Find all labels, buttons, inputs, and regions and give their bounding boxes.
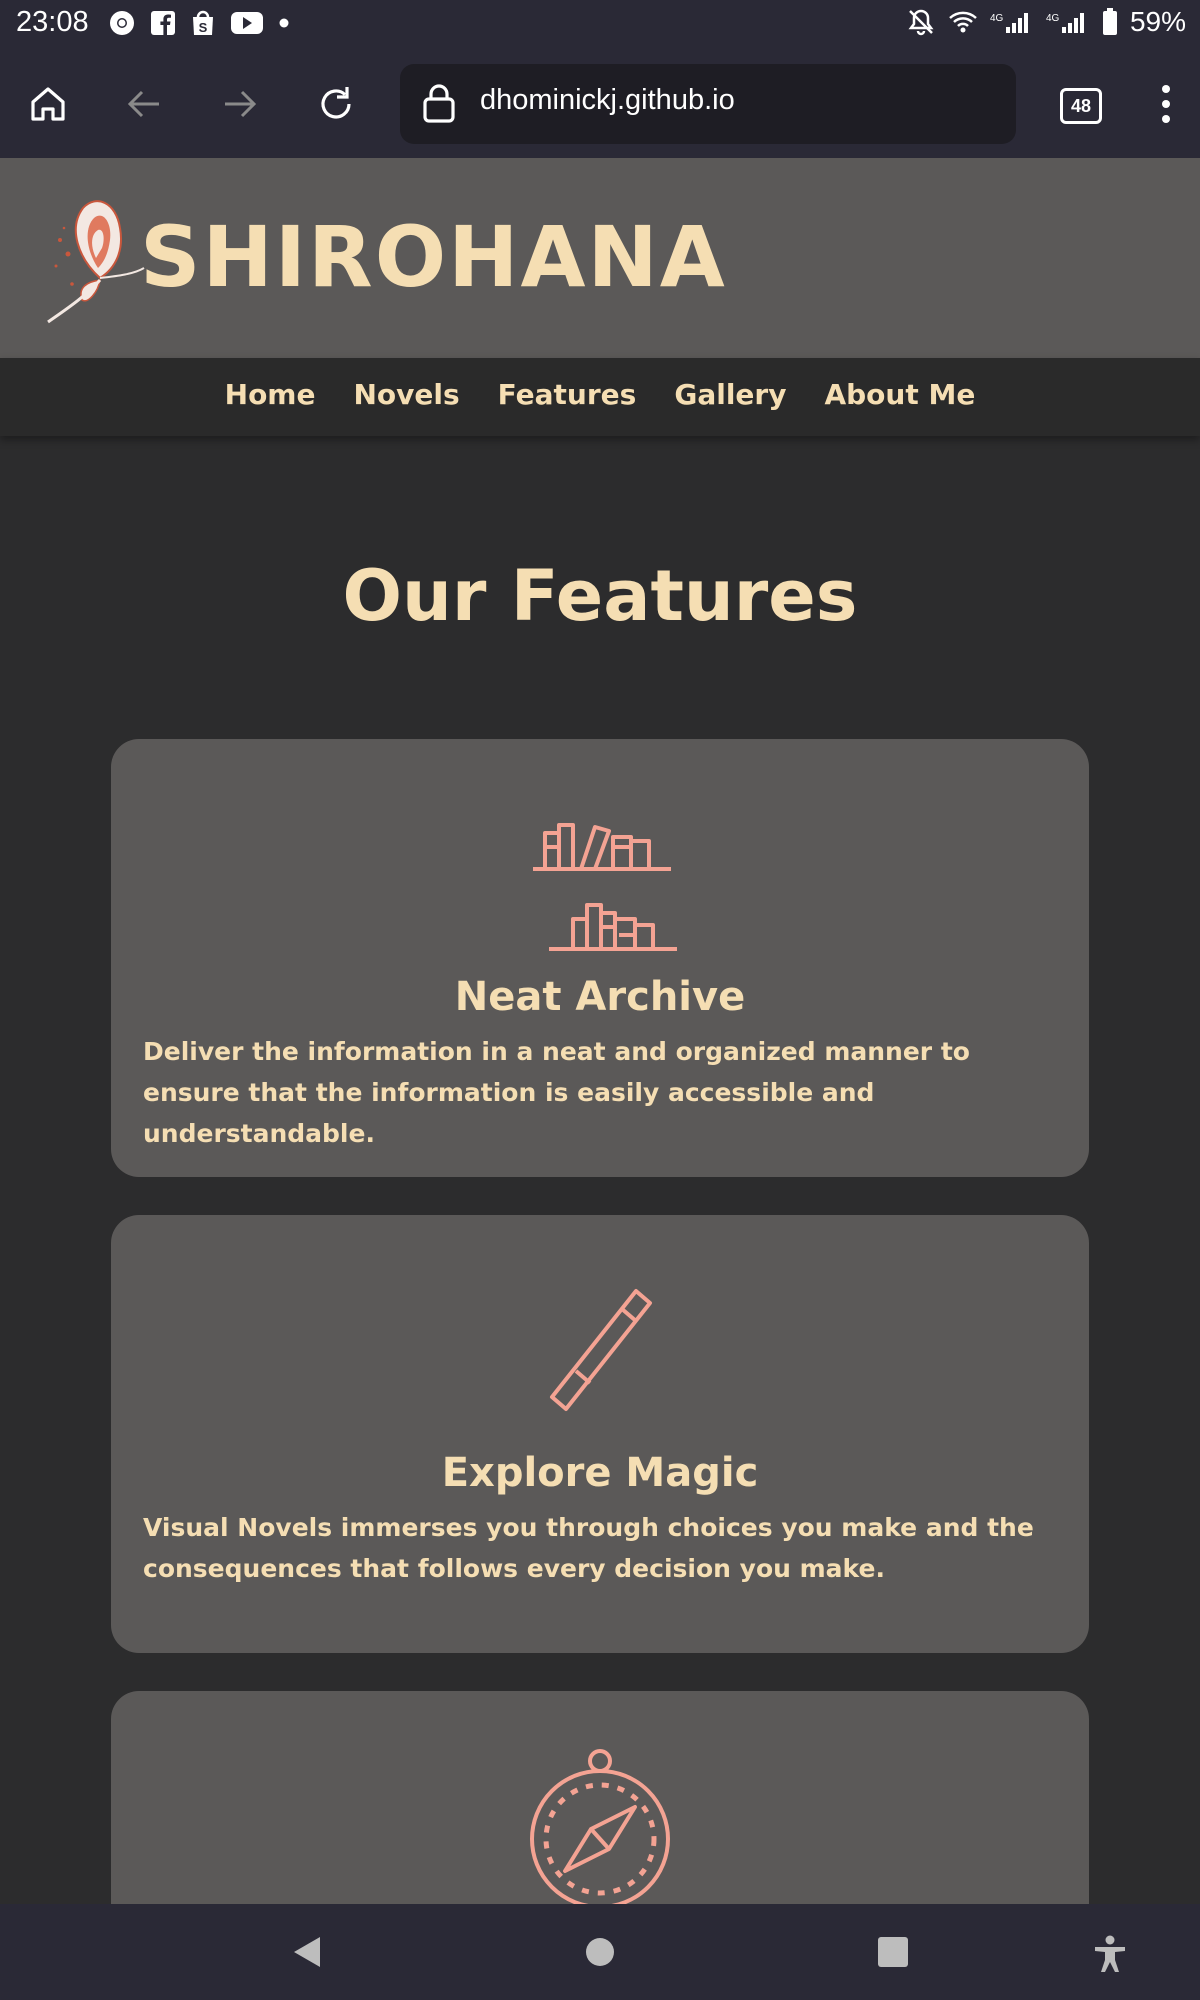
bookshelf-icon: [533, 823, 677, 951]
feature-card-compass: [111, 1691, 1089, 1904]
nav-home-icon[interactable]: [583, 1934, 617, 1970]
menu-button[interactable]: [1136, 74, 1196, 134]
reload-icon: [321, 87, 351, 119]
status-time: 23:08: [16, 6, 89, 38]
site-header: SHIROHANA: [0, 158, 1200, 358]
browser-toolbar: dhominickj.github.io 48: [0, 50, 1200, 158]
svg-text:4G: 4G: [1046, 13, 1060, 24]
wifi-icon: [949, 11, 977, 33]
nav-item-gallery[interactable]: Gallery: [674, 378, 786, 411]
shop-icon: S: [193, 10, 213, 35]
page-title: Our Features: [342, 555, 858, 637]
facebook-icon: [151, 11, 175, 35]
signal-4g-icon: 4G: [1046, 13, 1084, 33]
signal-4g-icon: 4G: [990, 13, 1028, 33]
dot-icon: [279, 18, 289, 28]
nav-item-novels[interactable]: Novels: [353, 378, 459, 411]
feature-title: Neat Archive: [454, 974, 746, 1020]
svg-text:S: S: [199, 20, 208, 35]
back-button[interactable]: [114, 74, 174, 134]
feature-description: Visual Novels immerses you through choic…: [143, 1513, 1034, 1583]
compass-icon: [530, 1749, 670, 1904]
svg-text:4G: 4G: [990, 13, 1004, 24]
status-bar: 23:08 S 4G 4G 59%: [0, 0, 1200, 50]
forward-button[interactable]: [210, 74, 270, 134]
battery-percent: 59%: [1129, 6, 1186, 37]
home-button[interactable]: [18, 74, 78, 134]
site-nav: Home Novels Features Gallery About Me: [0, 358, 1200, 436]
url-text: dhominickj.github.io: [480, 84, 735, 116]
tab-switcher-button[interactable]: 48: [1060, 88, 1102, 124]
magic-wand-icon: [550, 1289, 652, 1411]
back-arrow-icon: [127, 90, 159, 118]
address-bar[interactable]: dhominickj.github.io: [400, 64, 1016, 144]
reload-button[interactable]: [306, 74, 366, 134]
site-brand[interactable]: SHIROHANA: [140, 208, 727, 306]
nav-item-features[interactable]: Features: [498, 378, 637, 411]
home-icon: [31, 87, 65, 121]
battery-icon: [1102, 8, 1117, 35]
nav-recents-icon[interactable]: [875, 1934, 911, 1970]
forward-arrow-icon: [225, 90, 257, 118]
mute-icon: [908, 9, 934, 36]
nav-back-icon[interactable]: [290, 1934, 326, 1970]
nav-item-home[interactable]: Home: [225, 378, 316, 411]
more-vert-icon: [1162, 85, 1170, 123]
feature-card-explore-magic: Explore Magic Visual Novels immerses you…: [111, 1215, 1089, 1653]
feature-description: Deliver the information in a neat and or…: [143, 1037, 970, 1148]
chrome-icon: [110, 11, 134, 35]
notification-icons: S: [108, 9, 290, 37]
youtube-icon: [231, 12, 263, 34]
android-nav-bar: [0, 1904, 1200, 2000]
lock-icon: [423, 84, 455, 123]
feature-title: Explore Magic: [441, 1450, 759, 1496]
butterfly-logo-icon[interactable]: [38, 188, 148, 328]
nav-item-about-me[interactable]: About Me: [824, 378, 975, 411]
accessibility-icon[interactable]: [1092, 1934, 1128, 1974]
system-icons: 4G 4G 59%: [906, 6, 1186, 38]
feature-card-neat-archive: Neat Archive Deliver the information in …: [111, 739, 1089, 1177]
